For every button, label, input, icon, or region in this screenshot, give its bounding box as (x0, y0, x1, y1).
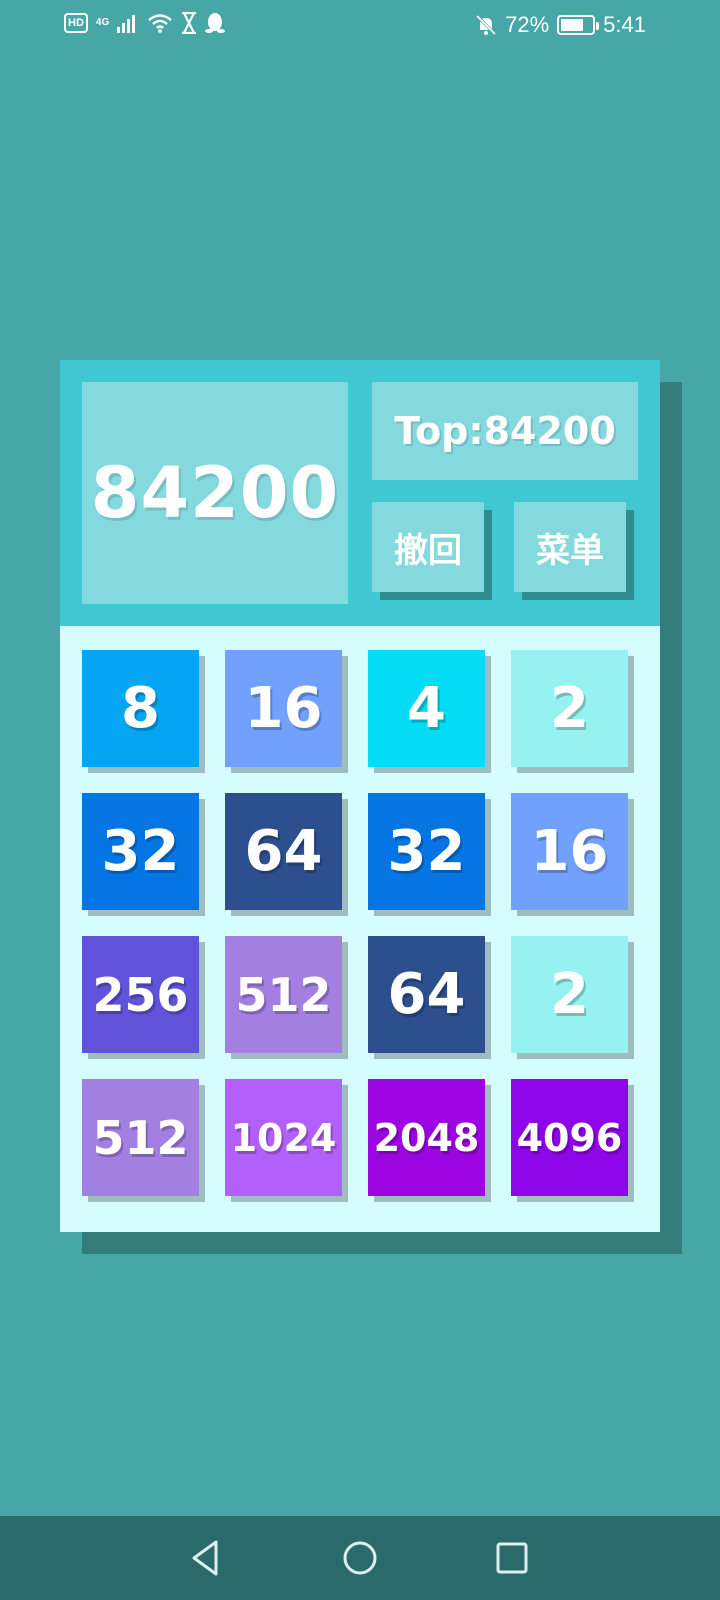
tile-4-3: 2048 (368, 1079, 485, 1196)
undo-button[interactable]: 撤回 (372, 502, 484, 592)
tile-2-1: 32 (82, 793, 199, 910)
signal-icon (117, 15, 136, 33)
home-icon[interactable] (340, 1538, 380, 1578)
recents-icon[interactable] (492, 1538, 532, 1578)
bell-off-icon (476, 14, 497, 36)
game-board: 84200 Top:84200 撤回 菜单 8 16 4 2 32 64 32 16 256 51… (60, 360, 660, 1232)
battery-fill (561, 19, 583, 31)
tile-3-3: 64 (368, 936, 485, 1053)
qq-penguin-icon (205, 13, 226, 33)
back-icon[interactable] (186, 1538, 226, 1578)
network-type: 4G (95, 17, 110, 28)
current-score: 84200 (82, 382, 348, 604)
tile-4-4: 4096 (511, 1079, 628, 1196)
tile-1-2: 16 (225, 650, 342, 767)
battery-tip (596, 22, 600, 30)
hd-badge: HD (64, 13, 88, 33)
status-bar-left: HD 4G (64, 12, 226, 34)
tile-1-4: 2 (511, 650, 628, 767)
hourglass-icon (182, 12, 197, 34)
tile-4-2: 1024 (225, 1079, 342, 1196)
wifi-icon (148, 14, 173, 33)
tile-2-3: 32 (368, 793, 485, 910)
tile-3-4: 2 (511, 936, 628, 1053)
status-bar: HD 4G 72% 5:41 (0, 0, 720, 50)
tile-4-1: 512 (82, 1079, 199, 1196)
tile-2-4: 16 (511, 793, 628, 910)
header-panel: 84200 Top:84200 撤回 菜单 (60, 360, 660, 626)
tile-3-1: 256 (82, 936, 199, 1053)
navigation-bar (0, 1516, 720, 1600)
top-score: Top:84200 (372, 382, 638, 480)
tile-3-2: 512 (225, 936, 342, 1053)
clock: 5:41 (603, 12, 646, 37)
status-bar-right: 72% 5:41 (475, 12, 646, 38)
tile-1-1: 8 (82, 650, 199, 767)
battery-charging-icon (557, 15, 600, 35)
tile-grid[interactable]: 8 16 4 2 32 64 32 16 256 512 64 2 512 1024 2048 4096 (60, 626, 660, 1232)
battery-percent: 72% (505, 12, 550, 37)
tile-1-3: 4 (368, 650, 485, 767)
menu-button[interactable]: 菜单 (514, 502, 626, 592)
tile-2-2: 64 (225, 793, 342, 910)
